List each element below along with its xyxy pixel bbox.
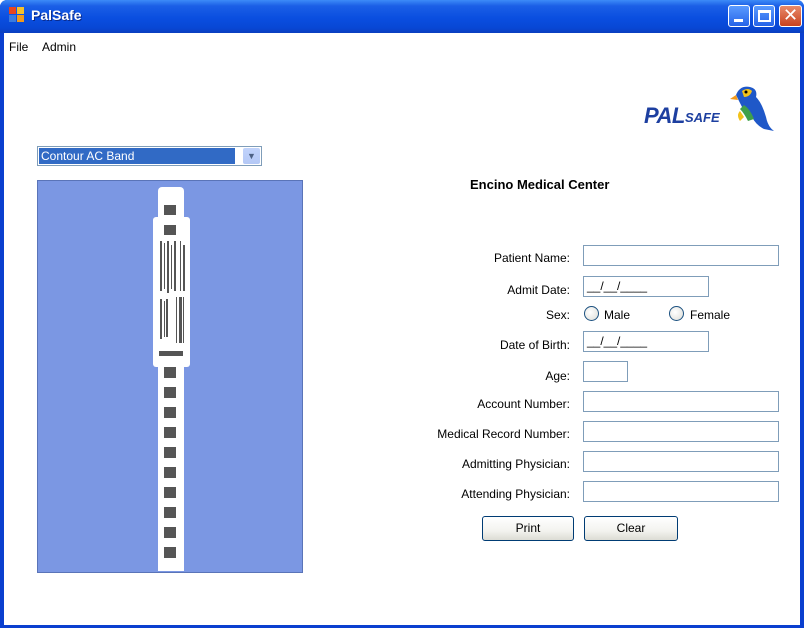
age-label: Age: [545,369,570,383]
maximize-button[interactable] [753,5,775,27]
attending-physician-field[interactable] [583,481,779,502]
close-icon: ✕ [783,5,799,26]
facility-name: Encino Medical Center [470,177,610,192]
admit-date-field[interactable]: __/__/____ [583,276,709,297]
medical-record-number-label: Medical Record Number: [437,427,570,441]
dob-field[interactable]: __/__/____ [583,331,709,352]
maximize-icon [758,10,771,22]
menu-bar: File Admin [4,33,800,59]
attending-physician-label: Attending Physician: [461,487,570,501]
app-window: PalSafe ✕ File Admin PAL SAFE Contour AC… [0,0,804,628]
admitting-physician-field[interactable] [583,451,779,472]
menu-file[interactable]: File [9,40,28,54]
band-type-select[interactable]: Contour AC Band ▼ [37,146,262,166]
account-number-label: Account Number: [477,397,570,411]
window-title: PalSafe [31,7,82,23]
palsafe-app-icon[interactable] [9,7,25,23]
band-select-value: Contour AC Band [39,148,235,164]
patient-name-field[interactable] [583,245,779,266]
wristband-preview [37,180,303,573]
wristband-image [153,187,190,571]
account-number-field[interactable] [583,391,779,412]
minimize-icon [734,19,743,22]
client-area: File Admin PAL SAFE Contour AC Band ▼ En… [4,33,800,625]
palsafe-logo: PAL SAFE [644,81,774,133]
title-bar[interactable]: PalSafe ✕ [0,0,804,33]
medical-record-number-field[interactable] [583,421,779,442]
admitting-physician-label: Admitting Physician: [461,457,570,471]
close-button[interactable]: ✕ [779,5,802,27]
menu-admin[interactable]: Admin [42,40,76,54]
dob-label: Date of Birth: [499,338,570,352]
minimize-button[interactable] [728,5,750,27]
female-radio[interactable] [669,306,684,321]
female-radio-label: Female [690,308,731,322]
print-button[interactable]: Print [482,516,574,541]
male-radio-label: Male [604,308,631,322]
male-radio[interactable] [584,306,599,321]
chevron-down-icon[interactable]: ▼ [243,148,260,164]
age-field[interactable] [583,361,628,382]
parrot-icon [730,86,774,131]
patient-name-label: Patient Name: [493,251,570,265]
sex-label: Sex: [545,308,570,322]
clear-button[interactable]: Clear [584,516,678,541]
admit-date-label: Admit Date: [507,283,570,297]
